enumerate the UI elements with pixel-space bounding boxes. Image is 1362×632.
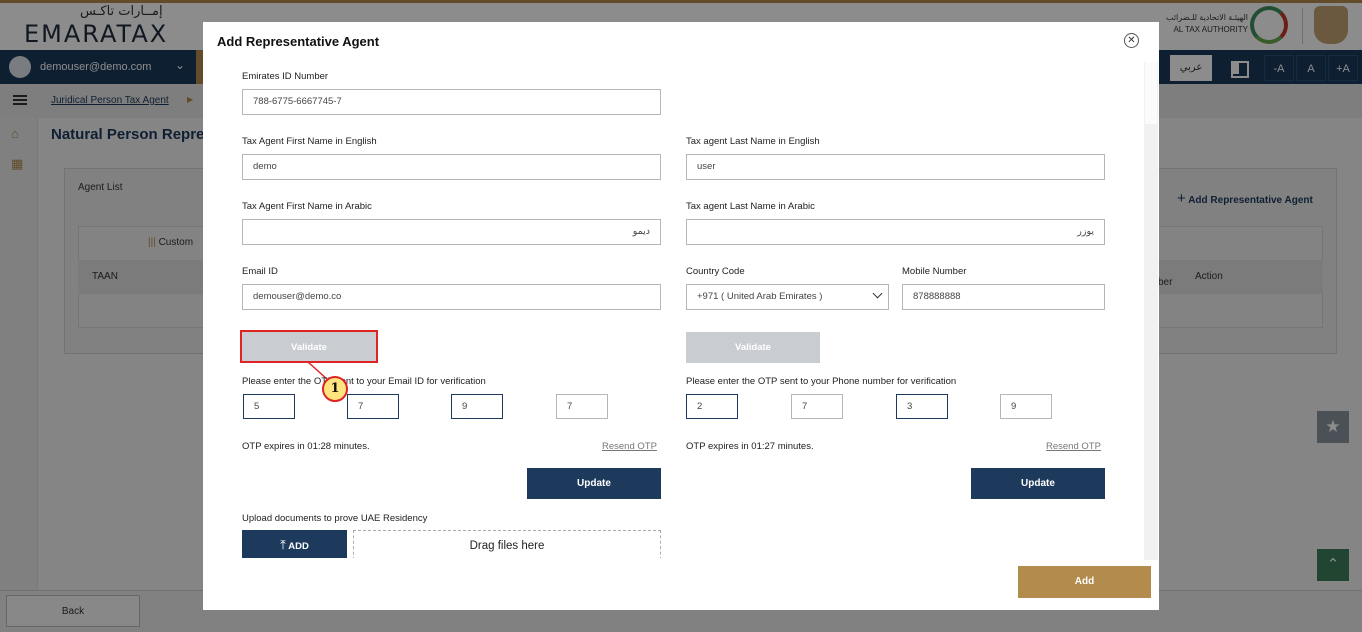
first-name-en-label: Tax Agent First Name in English — [242, 136, 377, 147]
email-otp-digit-4[interactable]: 7 — [556, 394, 608, 419]
drag-drop-zone[interactable]: Drag files here — [353, 530, 661, 560]
first-name-ar-label: Tax Agent First Name in Arabic — [242, 201, 372, 212]
modal-scrollbar-thumb[interactable] — [1145, 62, 1157, 124]
update-phone-button[interactable]: Update — [971, 468, 1105, 499]
email-resend-otp-link[interactable]: Resend OTP — [602, 441, 657, 452]
first-name-ar-input[interactable]: ديمو — [242, 219, 661, 245]
last-name-ar-input[interactable]: يوزر — [686, 219, 1105, 245]
upload-add-label: ADD — [288, 541, 309, 552]
phone-resend-otp-link[interactable]: Resend OTP — [1046, 441, 1101, 452]
emirates-id-input[interactable]: 788-6775-6667745-7 — [242, 89, 661, 115]
email-otp-digit-3[interactable]: 9 — [451, 394, 503, 419]
phone-otp-digit-2[interactable]: 7 — [791, 394, 843, 419]
upload-icon: ⤒ — [280, 537, 286, 552]
last-name-en-label: Tax agent Last Name in English — [686, 136, 820, 147]
last-name-en-input[interactable]: user — [686, 154, 1105, 180]
mobile-input[interactable]: 878888888 — [902, 284, 1105, 310]
country-code-select[interactable]: +971 ( United Arab Emirates ) — [686, 284, 889, 310]
add-button[interactable]: Add — [1018, 566, 1151, 598]
modal-scrollbar[interactable] — [1144, 62, 1158, 560]
email-otp-digit-2[interactable]: 7 — [347, 394, 399, 419]
email-input[interactable]: demouser@demo.co — [242, 284, 661, 310]
close-icon[interactable]: ✕ — [1124, 33, 1139, 48]
mobile-label: Mobile Number — [902, 266, 967, 277]
country-code-value: +971 ( United Arab Emirates ) — [697, 291, 823, 302]
last-name-ar-label: Tax agent Last Name in Arabic — [686, 201, 815, 212]
phone-otp-expiry: OTP expires in 01:27 minutes. — [686, 441, 814, 452]
modal-footer — [203, 558, 1141, 610]
country-code-label: Country Code — [686, 266, 745, 277]
validate-mobile-button[interactable]: Validate — [686, 332, 820, 363]
email-otp-expiry: OTP expires in 01:28 minutes. — [242, 441, 370, 452]
modal-title: Add Representative Agent — [217, 34, 380, 49]
chevron-down-icon — [872, 288, 883, 299]
upload-add-button[interactable]: ⤒ ADD — [242, 530, 347, 560]
phone-otp-digit-3[interactable]: 3 — [896, 394, 948, 419]
emirates-id-label: Emirates ID Number — [242, 71, 329, 82]
step-callout: 1 — [322, 376, 348, 402]
phone-otp-digit-1[interactable]: 2 — [686, 394, 738, 419]
phone-otp-instruction: Please enter the OTP sent to your Phone … — [686, 376, 957, 387]
upload-label: Upload documents to prove UAE Residency — [242, 513, 428, 524]
email-otp-digit-1[interactable]: 5 — [243, 394, 295, 419]
phone-otp-digit-4[interactable]: 9 — [1000, 394, 1052, 419]
first-name-en-input[interactable]: demo — [242, 154, 661, 180]
update-email-button[interactable]: Update — [527, 468, 661, 499]
highlight-annotation — [240, 330, 378, 363]
email-label: Email ID — [242, 266, 278, 277]
email-otp-instruction: Please enter the OTP sent to your Email … — [242, 376, 486, 387]
